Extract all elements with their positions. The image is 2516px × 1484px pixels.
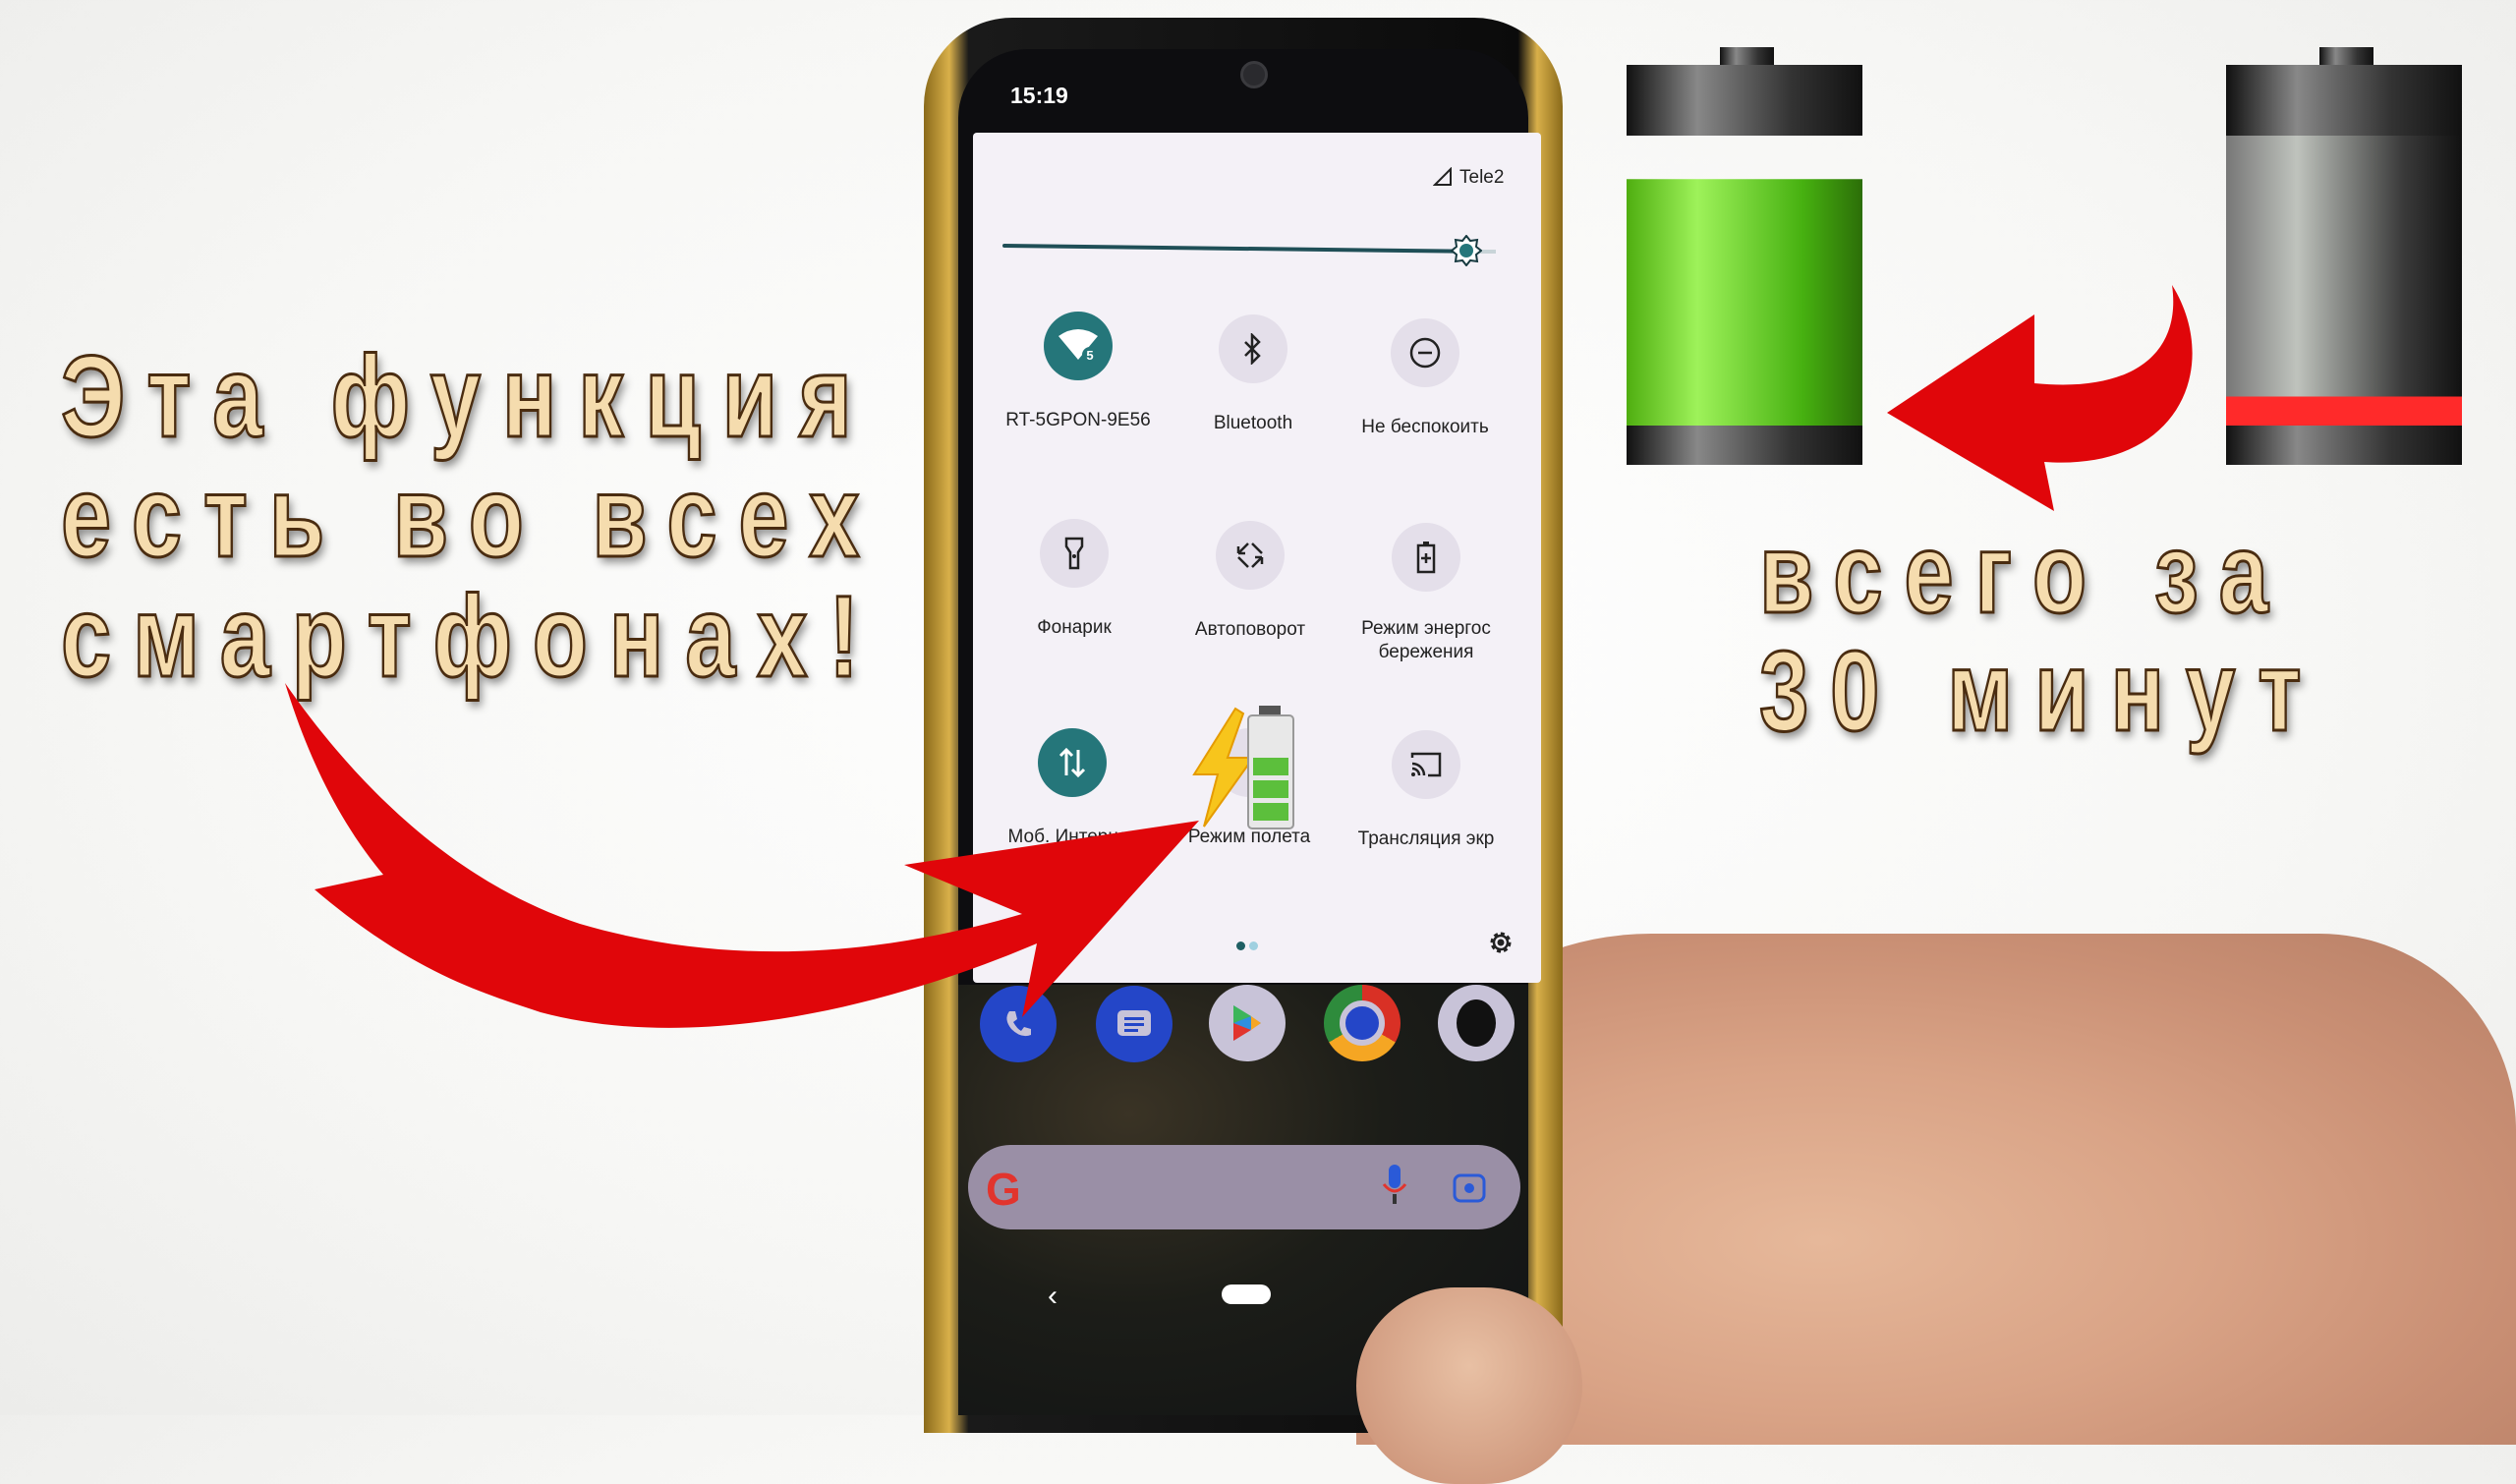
tile-battery-saver[interactable]: Режим энергос бережения [1343, 523, 1510, 664]
battery-top-cap [1627, 65, 1862, 136]
google-logo-icon: G [986, 1164, 1021, 1215]
nav-home-button[interactable] [1222, 1284, 1271, 1304]
do-not-disturb-icon [1391, 318, 1459, 387]
headline-right-line-1: всего за [1758, 509, 2290, 637]
battery-charge-fill [1627, 179, 1862, 426]
wifi-5-icon: 5 [1044, 312, 1113, 380]
headline-left: Эта функция есть во всех смартфонах! [60, 332, 882, 699]
arrow-shape [1887, 285, 2193, 511]
curved-arrow-right [1887, 285, 2193, 511]
tile-label: Автоповорот [1194, 619, 1306, 640]
battery-saver-icon [1392, 523, 1460, 592]
battery-top-cap [2226, 65, 2462, 136]
tile-auto-rotate[interactable]: Автоповорот [1167, 521, 1334, 642]
front-camera [1240, 61, 1268, 88]
tile-label: Фонарик [1037, 617, 1112, 638]
headline-left-line-1: Эта функция [60, 332, 874, 462]
tile-label: RT-5GPON-9E56 [1005, 410, 1151, 430]
cast-icon [1392, 730, 1460, 799]
tile-label: Трансляция экр [1357, 828, 1495, 849]
tile-screen-cast[interactable]: Трансляция экр [1343, 730, 1510, 851]
chrome-app-icon[interactable] [1324, 985, 1401, 1061]
tile-label: Режим энергос бережения [1361, 618, 1491, 662]
brightness-slider-thumb[interactable] [1451, 235, 1482, 266]
microphone-icon[interactable] [1381, 1163, 1408, 1208]
battery-empty-body [2226, 136, 2462, 426]
google-search-bar[interactable] [968, 1145, 1520, 1229]
page-dot[interactable] [1249, 942, 1258, 950]
page-indicator [1236, 938, 1262, 955]
nav-back-button[interactable]: ‹ [1048, 1280, 1058, 1313]
battery-bottom-cap [2226, 426, 2462, 465]
signal-icon [1432, 166, 1453, 192]
flashlight-icon [1040, 519, 1109, 588]
tile-flashlight[interactable]: Фонарик [991, 519, 1158, 640]
settings-gear-icon[interactable] [1486, 928, 1515, 957]
auto-rotate-icon [1216, 521, 1285, 590]
camera-app-icon[interactable] [1438, 985, 1515, 1061]
carrier-label: Tele2 [1459, 167, 1505, 188]
status-clock: 15:19 [1010, 83, 1068, 108]
tile-bluetooth[interactable]: Bluetooth [1170, 314, 1337, 435]
headline-left-line-2: есть во всех [60, 452, 882, 582]
headline-right-line-2: 30 минут [1758, 627, 2323, 755]
empty-battery-illustration [2226, 47, 2462, 465]
curved-arrow-left [285, 683, 1199, 1028]
bluetooth-icon [1219, 314, 1287, 383]
thumb [1356, 1287, 1582, 1484]
headline-right: всего за 30 минут [1758, 509, 2323, 755]
battery-charge-fill [2226, 396, 2462, 426]
tile-wifi[interactable]: 5 RT-5GPON-9E56 [995, 312, 1162, 432]
svg-text:5: 5 [1086, 348, 1093, 363]
tile-label: Bluetooth [1213, 413, 1293, 433]
arrow-shape [285, 683, 1199, 1028]
full-battery-illustration [1627, 47, 1862, 465]
tile-label: Не беспокоить [1361, 417, 1489, 437]
tile-do-not-disturb[interactable]: Не беспокоить [1342, 318, 1509, 439]
lens-camera-icon[interactable] [1453, 1170, 1486, 1203]
battery-bottom-cap [1627, 426, 1862, 465]
